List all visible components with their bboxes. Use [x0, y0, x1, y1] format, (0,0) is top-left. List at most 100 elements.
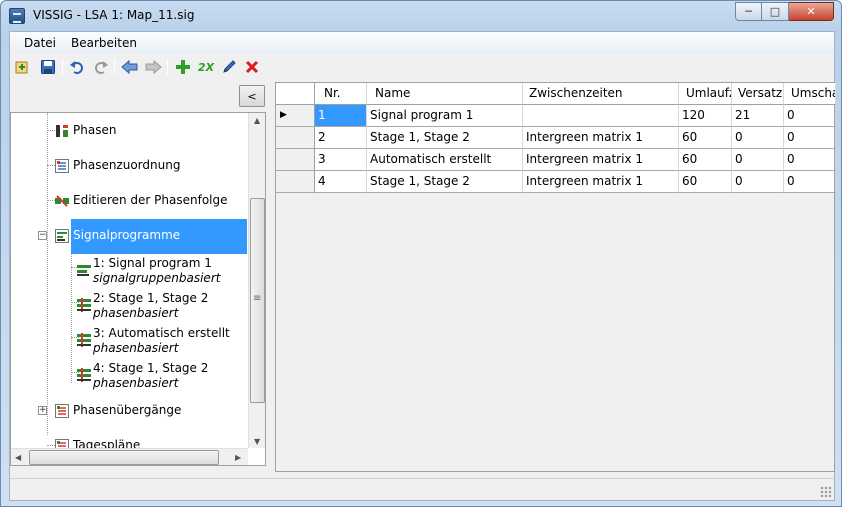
phase-sequence-icon	[55, 195, 69, 207]
tree-item-sublabel: signalgruppenbasiert	[93, 271, 221, 285]
cell-umschaltung[interactable]: 0	[784, 105, 836, 127]
back-arrow-icon	[121, 59, 138, 75]
redo-button[interactable]	[91, 57, 111, 77]
collapse-pane-button[interactable]: <	[239, 85, 265, 107]
title-bar[interactable]: VISSIG - LSA 1: Map_11.sig ─ □ ✕	[1, 1, 841, 31]
tree-item-signal-program-1[interactable]: 1: Signal program 1 signalgruppenbasiert	[11, 254, 251, 289]
phase-program-icon	[77, 333, 91, 347]
column-header-zwischenzeiten[interactable]: Zwischenzeiten	[523, 83, 679, 105]
cell-umlaufzeit[interactable]: 60	[679, 171, 732, 193]
table-row[interactable]: 2 Stage 1, Stage 2 Intergreen matrix 1 6…	[276, 127, 836, 149]
menu-datei[interactable]: Datei	[24, 36, 56, 50]
row-header[interactable]	[276, 171, 315, 193]
forward-button[interactable]	[143, 57, 163, 77]
app-icon	[9, 8, 25, 24]
edit-button[interactable]	[219, 57, 239, 77]
column-header-nr[interactable]: Nr.	[315, 83, 367, 105]
column-header-umschaltung[interactable]: Umscha	[784, 83, 836, 105]
column-header-versatz[interactable]: Versatz	[732, 83, 784, 105]
expand-expander[interactable]: +	[38, 406, 47, 415]
delete-button[interactable]	[242, 57, 262, 77]
cell-nr[interactable]: 3	[315, 149, 367, 171]
cell-name[interactable]: Stage 1, Stage 2	[367, 171, 523, 193]
cell-nr[interactable]: 4	[315, 171, 367, 193]
scroll-down-icon[interactable]: ▼	[254, 437, 260, 446]
tree-item-sublabel: phasenbasiert	[93, 376, 179, 390]
tree-item-signalprogramme[interactable]: − Signalprogramme	[11, 220, 251, 250]
cell-name[interactable]: Automatisch erstellt	[367, 149, 523, 171]
tree-item-phasen[interactable]: Phasen	[11, 115, 251, 145]
cell-versatz[interactable]: 21	[732, 105, 784, 127]
undo-icon	[70, 61, 83, 74]
tree-horizontal-scrollbar[interactable]: ◀ ▶	[11, 448, 248, 465]
duplicate-button[interactable]: 2X	[196, 57, 216, 77]
close-button[interactable]: ✕	[789, 2, 834, 21]
table-row[interactable]: ▶ 1 Signal program 1 120 21 0	[276, 105, 836, 127]
resize-grip-icon[interactable]	[820, 486, 832, 498]
maximize-button[interactable]: □	[762, 2, 789, 21]
cell-versatz[interactable]: 0	[732, 127, 784, 149]
minimize-icon: ─	[745, 5, 752, 18]
collapse-expander[interactable]: −	[38, 231, 47, 240]
table-row[interactable]: 3 Automatisch erstellt Intergreen matrix…	[276, 149, 836, 171]
save-icon	[41, 60, 55, 74]
add-button[interactable]	[173, 57, 193, 77]
tree-item-signal-program-2[interactable]: 2: Stage 1, Stage 2 phasenbasiert	[11, 289, 251, 324]
minimize-button[interactable]: ─	[735, 2, 762, 21]
tree-vertical-scrollbar[interactable]: ▲ ≡ ▼	[248, 113, 265, 448]
grid-header-row: Nr. Name Zwischenzeiten Umlaufz Versatz …	[276, 83, 836, 105]
pane-splitter[interactable]	[269, 80, 274, 470]
cell-zwischenzeiten[interactable]	[523, 105, 679, 127]
cell-umlaufzeit[interactable]: 120	[679, 105, 732, 127]
toolbar-separator	[114, 59, 115, 75]
phase-transitions-icon	[55, 404, 69, 418]
tree-item-phasenzuordnung[interactable]: Phasenzuordnung	[11, 150, 251, 180]
column-header-umlaufzeit[interactable]: Umlaufz	[679, 83, 732, 105]
cell-versatz[interactable]: 0	[732, 149, 784, 171]
cell-name[interactable]: Stage 1, Stage 2	[367, 127, 523, 149]
back-button[interactable]	[120, 57, 140, 77]
horizontal-scroll-thumb[interactable]	[29, 450, 219, 465]
cell-zwischenzeiten[interactable]: Intergreen matrix 1	[523, 171, 679, 193]
tree-item-label: 3: Automatisch erstellt	[93, 326, 230, 340]
phases-icon	[56, 125, 68, 137]
vertical-scroll-thumb[interactable]: ≡	[250, 198, 265, 403]
open-button[interactable]	[12, 57, 32, 77]
row-header[interactable]	[276, 127, 315, 149]
navigation-pane: < Phasen Phasenzuordnung Editieren der P…	[10, 80, 267, 470]
scroll-right-icon[interactable]: ▶	[235, 453, 241, 462]
cell-umschaltung[interactable]: 0	[784, 149, 836, 171]
row-header[interactable]	[276, 149, 315, 171]
toolbar: 2X	[10, 54, 834, 80]
cell-zwischenzeiten[interactable]: Intergreen matrix 1	[523, 127, 679, 149]
cell-nr[interactable]: 2	[315, 127, 367, 149]
row-header-corner	[276, 83, 315, 105]
delete-icon	[245, 60, 259, 74]
add-icon	[176, 60, 190, 74]
tree-item-label: 2: Stage 1, Stage 2	[93, 291, 209, 305]
menu-bar: Datei Bearbeiten	[10, 32, 834, 54]
cell-versatz[interactable]: 0	[732, 171, 784, 193]
tree-item-phasenfolge[interactable]: Editieren der Phasenfolge	[11, 185, 251, 215]
tree-item-signal-program-4[interactable]: 4: Stage 1, Stage 2 phasenbasiert	[11, 359, 251, 394]
row-header[interactable]: ▶	[276, 105, 315, 127]
scroll-left-icon[interactable]: ◀	[15, 453, 21, 462]
column-header-name[interactable]: Name	[367, 83, 523, 105]
tree-item-phasenuebergaenge[interactable]: + Phasenübergänge	[11, 395, 251, 425]
phase-program-icon	[77, 298, 91, 312]
cell-umschaltung[interactable]: 0	[784, 171, 836, 193]
cell-name[interactable]: Signal program 1	[367, 105, 523, 127]
undo-button[interactable]	[67, 57, 87, 77]
table-row[interactable]: 4 Stage 1, Stage 2 Intergreen matrix 1 6…	[276, 171, 836, 193]
save-button[interactable]	[38, 57, 58, 77]
cell-umschaltung[interactable]: 0	[784, 127, 836, 149]
cell-umlaufzeit[interactable]: 60	[679, 149, 732, 171]
cell-umlaufzeit[interactable]: 60	[679, 127, 732, 149]
cell-nr[interactable]: 1	[315, 105, 367, 127]
menu-bearbeiten[interactable]: Bearbeiten	[71, 36, 137, 50]
scroll-up-icon[interactable]: ▲	[254, 116, 260, 125]
signal-program-icon	[77, 265, 91, 276]
duplicate-icon: 2X	[197, 60, 215, 74]
cell-zwischenzeiten[interactable]: Intergreen matrix 1	[523, 149, 679, 171]
tree-item-signal-program-3[interactable]: 3: Automatisch erstellt phasenbasiert	[11, 324, 251, 359]
